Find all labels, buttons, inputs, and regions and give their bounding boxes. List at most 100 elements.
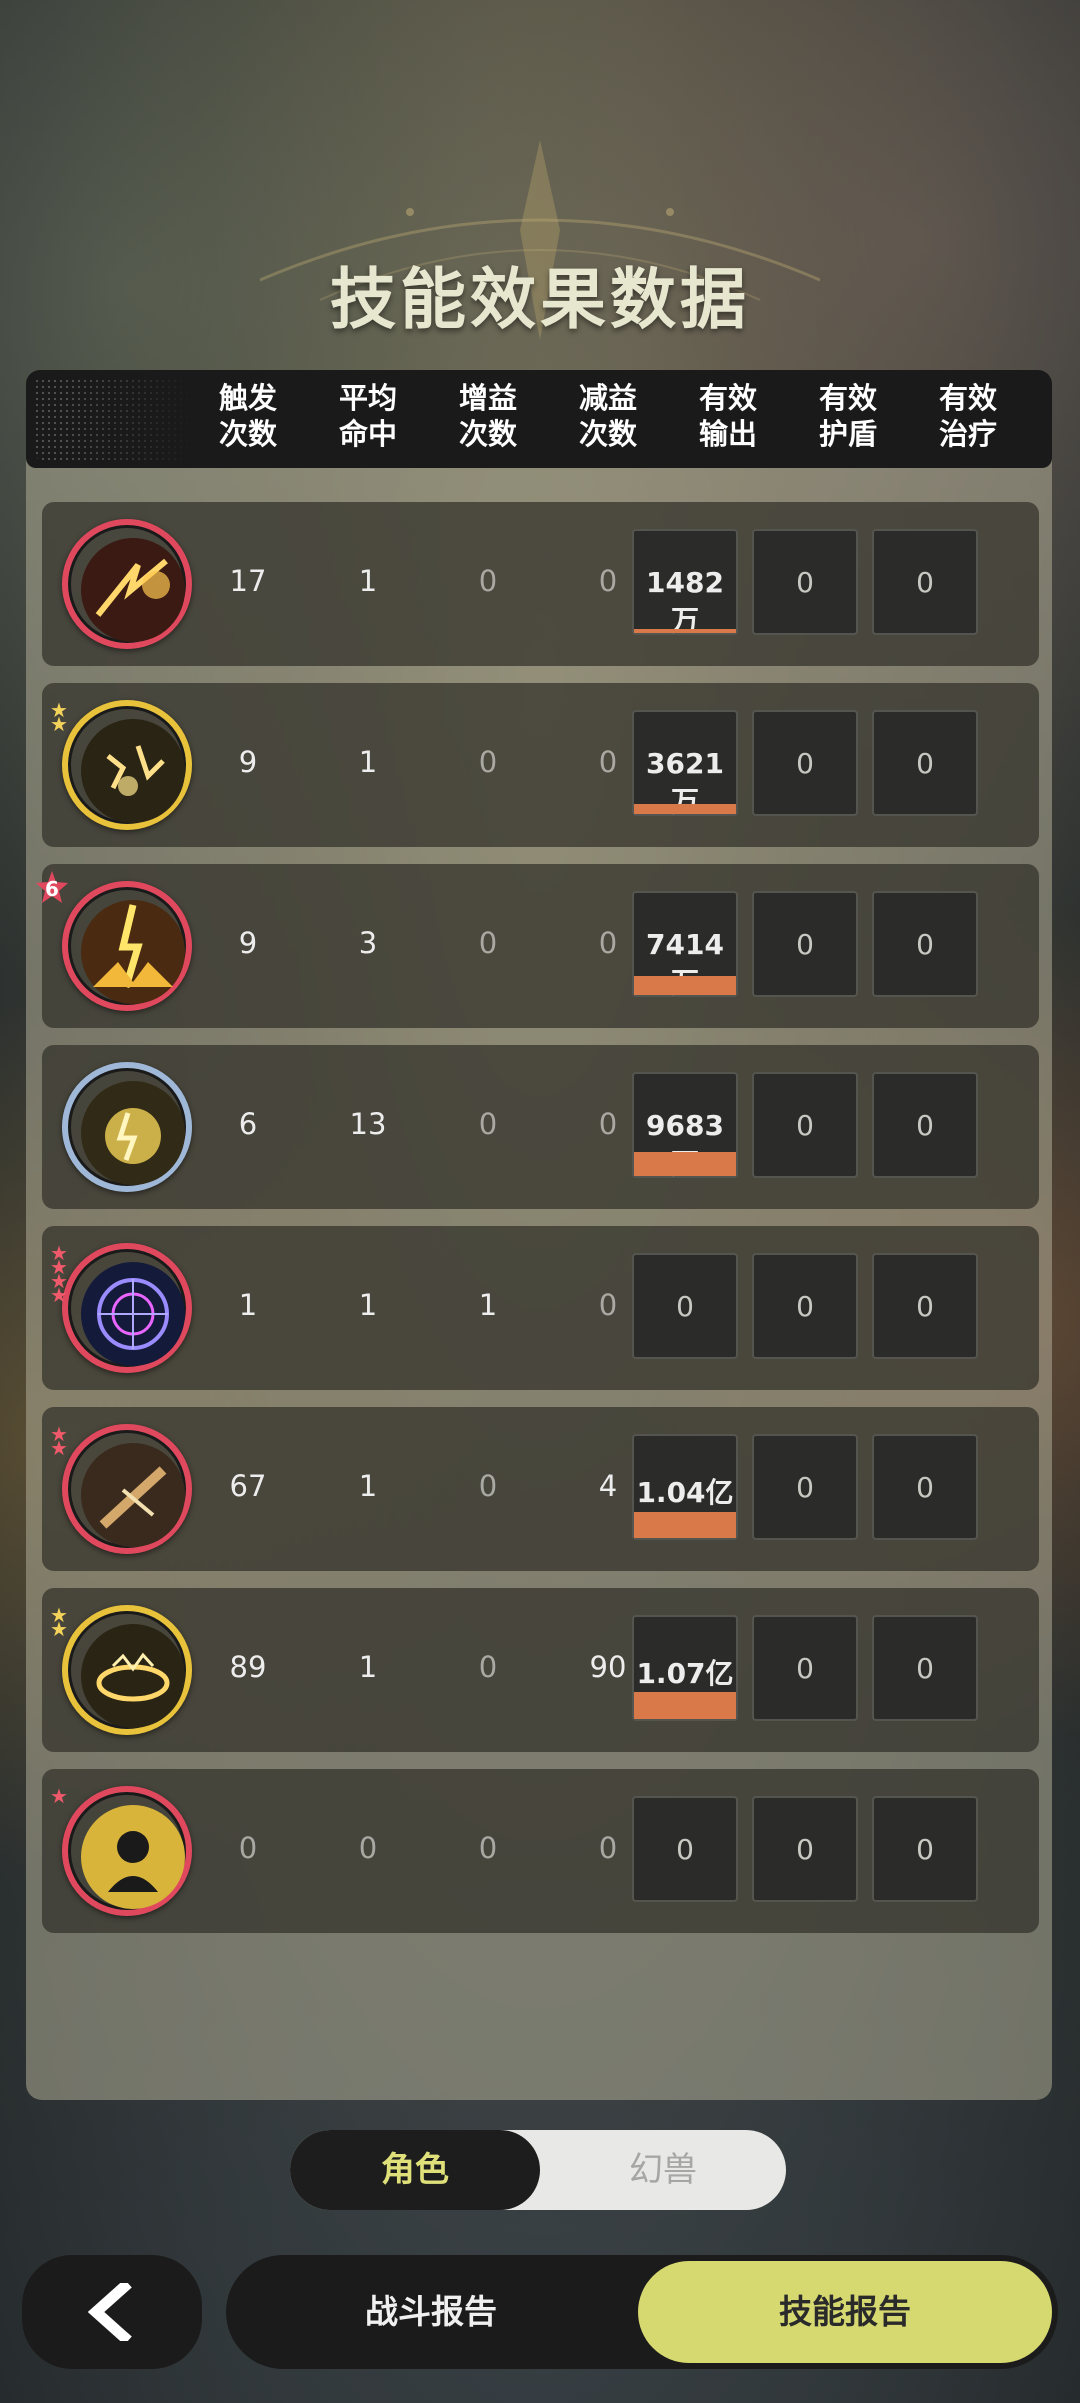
table-row[interactable]: ★ ★ 67 1 0 4 1.04亿 0 0 (42, 1407, 1039, 1571)
cell-damage: 9683万 (632, 1072, 738, 1180)
back-arrow-icon (87, 2283, 132, 2341)
cell-heal: 0 (872, 710, 978, 816)
cell-avg_hits: 3 (358, 926, 378, 960)
damage-share-bar (634, 1152, 736, 1176)
column-header-line: 触发 (218, 381, 277, 415)
cell-heal: 0 (872, 1796, 978, 1902)
column-header-line: 次数 (218, 417, 277, 451)
cell-triggers: 1 (238, 1288, 258, 1322)
star-rank: ★ (50, 1784, 74, 1808)
sword-strike-skill-icon[interactable] (62, 1424, 192, 1554)
cell-heal-value: 0 (916, 747, 934, 780)
magic-circle-skill-icon[interactable] (62, 1243, 192, 1373)
cell-heal: 0 (872, 1253, 978, 1359)
cell-shield-value: 0 (796, 928, 814, 961)
cell-heal-value: 0 (916, 1833, 934, 1866)
column-header-2: 增益 次数 (438, 380, 538, 452)
damage-share-bar (634, 1512, 736, 1538)
cell-buffs: 0 (478, 1469, 498, 1503)
cell-damage: 7414万 (632, 891, 738, 999)
table-header: 触发 次数 平均 命中 增益 次数 减益 次数 有效 输出 有效 护盾 有效 治疗 (26, 370, 1052, 468)
column-header-6: 有效 治疗 (918, 380, 1018, 452)
cell-heal-value: 0 (916, 566, 934, 599)
cell-heal-value: 0 (916, 1652, 934, 1685)
cell-damage-value: 0 (676, 1290, 694, 1323)
gold-sparkle-skill-icon[interactable] (62, 700, 192, 830)
table-row[interactable]: ★ 0 0 0 0 0 0 0 (42, 1769, 1039, 1933)
cell-heal-value: 0 (916, 1471, 934, 1504)
cell-buffs: 0 (478, 1107, 498, 1141)
report-tabs: 战斗报告 技能报告 (226, 2255, 1058, 2369)
table-row[interactable]: 17 1 0 0 1482万 0 0 (42, 502, 1039, 666)
cell-triggers: 89 (229, 1650, 267, 1684)
table-row[interactable]: 613009683万00 (42, 1045, 1039, 1209)
lightning-burst-skill-icon[interactable] (62, 881, 192, 1011)
cell-buffs: 0 (478, 1831, 498, 1865)
cell-damage: 0 (632, 1253, 738, 1359)
cell-heal-value: 0 (916, 1109, 934, 1142)
back-button[interactable] (22, 2255, 202, 2369)
cell-damage-value: 1.04亿 (636, 1476, 734, 1509)
cell-heal: 0 (872, 529, 978, 635)
star-rank: ★ ★ (50, 700, 74, 736)
cell-buffs: 1 (478, 1288, 498, 1322)
cell-avg_hits: 1 (358, 745, 378, 779)
tab-battle-report[interactable]: 战斗报告 (226, 2255, 636, 2369)
column-header-line: 次数 (458, 417, 517, 451)
cell-buffs: 0 (478, 1650, 498, 1684)
cell-buffs: 0 (478, 926, 498, 960)
column-header-line: 有效 (818, 381, 877, 415)
column-header-4: 有效 输出 (678, 380, 778, 452)
cell-damage: 1482万 (632, 529, 738, 637)
table-row[interactable]: 693007414万00 (36, 864, 1039, 1028)
cell-damage-value: 1.07亿 (636, 1657, 734, 1690)
column-header-line: 平均 (338, 381, 397, 415)
cell-triggers: 9 (238, 745, 258, 779)
cell-heal: 0 (872, 891, 978, 997)
column-header-line: 增益 (458, 381, 517, 415)
star-icon: ★ (50, 1784, 68, 1808)
cell-shield-value: 0 (796, 1833, 814, 1866)
cell-shield: 0 (752, 1615, 858, 1721)
cell-shield: 0 (752, 1072, 858, 1178)
golden-ring-skill-icon[interactable] (62, 1605, 192, 1735)
column-header-line: 减益 (578, 381, 637, 415)
thunder-orb-skill-icon[interactable] (62, 1062, 192, 1192)
cell-triggers: 9 (238, 926, 258, 960)
damage-share-bar (634, 804, 736, 814)
cell-shield: 0 (752, 529, 858, 635)
star-icon: ★ (50, 712, 68, 736)
toggle-beast[interactable]: 幻兽 (540, 2130, 786, 2210)
table-row[interactable]: ★ ★ ★ ★ 1 1 1 0 0 0 0 (42, 1226, 1039, 1390)
cell-triggers: 17 (229, 564, 267, 598)
damage-share-bar (634, 629, 736, 633)
cell-shield: 0 (752, 1796, 858, 1902)
cell-damage: 1.07亿 (632, 1615, 738, 1721)
cell-damage: 1.04亿 (632, 1434, 738, 1540)
cell-buffs: 0 (478, 745, 498, 779)
column-header-line: 输出 (698, 417, 757, 451)
damage-share-bar (634, 1692, 736, 1719)
toggle-role[interactable]: 角色 (290, 2130, 540, 2210)
cell-avg_hits: 1 (358, 1288, 378, 1322)
avatar-glow-skill-icon[interactable] (62, 1786, 192, 1916)
cell-damage-value: 0 (676, 1833, 694, 1866)
table-row[interactable]: ★ ★ 89 1 0 90 1.07亿 0 0 (42, 1588, 1039, 1752)
cell-shield-value: 0 (796, 1652, 814, 1685)
tab-skill-report[interactable]: 技能报告 (638, 2261, 1052, 2363)
column-header-line: 护盾 (818, 417, 877, 451)
star-icon: ★ (50, 1283, 68, 1307)
cell-shield-value: 0 (796, 1471, 814, 1504)
star-icon: ★ (50, 1436, 68, 1460)
cell-heal-value: 0 (916, 1290, 934, 1323)
cell-shield-value: 0 (796, 747, 814, 780)
column-header-line: 有效 (698, 381, 757, 415)
role-beast-toggle[interactable]: 角色 幻兽 (290, 2130, 786, 2210)
table-row[interactable]: ★ ★ 9 1 0 0 3621万 0 0 (42, 683, 1039, 847)
column-header-line: 治疗 (938, 417, 997, 451)
column-header-line: 有效 (938, 381, 997, 415)
cell-heal: 0 (872, 1072, 978, 1178)
lightning-swirl-skill-icon[interactable] (62, 519, 192, 649)
cell-avg_hits: 1 (358, 564, 378, 598)
star-rank: ★ ★ ★ ★ (50, 1243, 74, 1307)
